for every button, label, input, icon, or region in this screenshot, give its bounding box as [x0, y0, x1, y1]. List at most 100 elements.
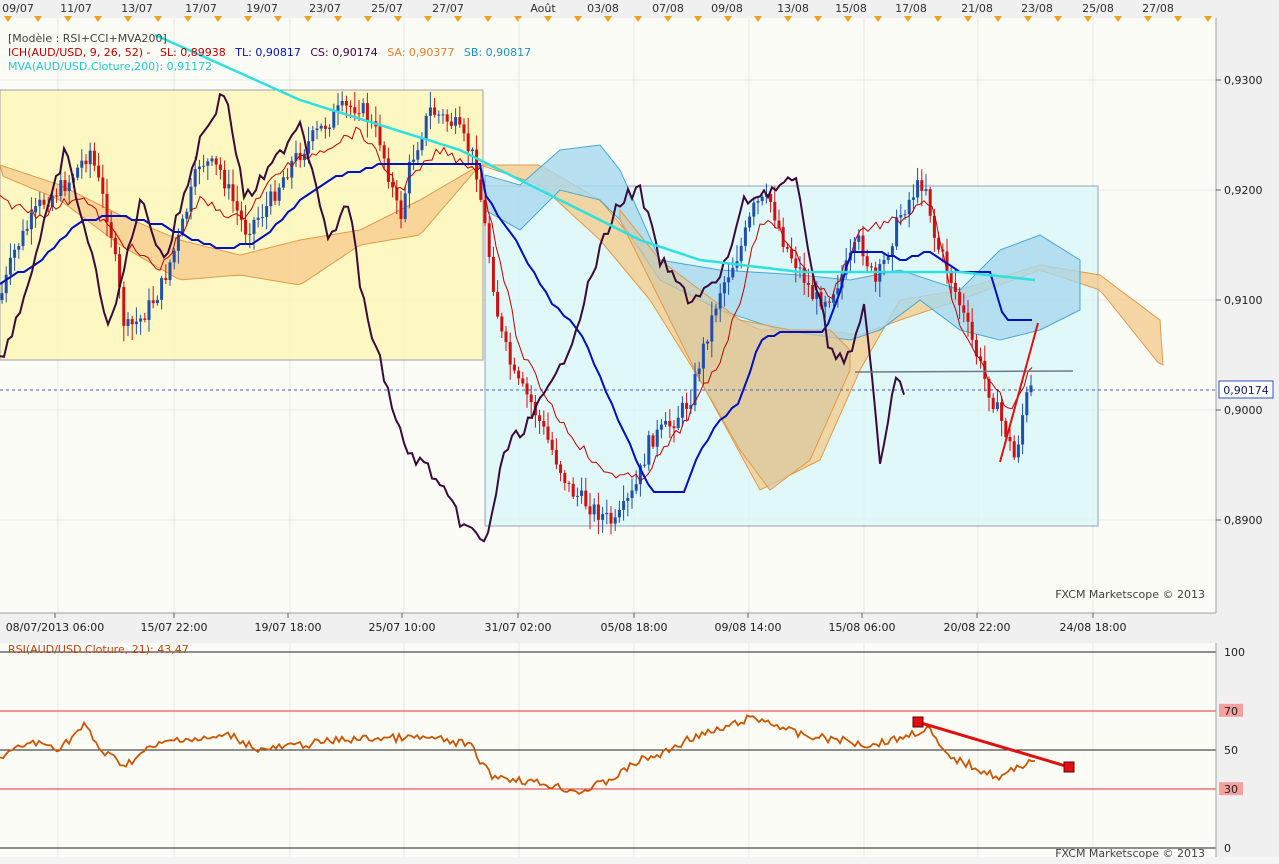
candle-body [462, 124, 466, 134]
candle-body [672, 426, 676, 429]
horizontal-trendline[interactable] [854, 370, 1074, 373]
candle-body [273, 191, 277, 201]
candle-body [592, 504, 596, 515]
candle-body [63, 180, 67, 192]
candle-body [92, 150, 96, 166]
candle-body [731, 267, 735, 278]
candle-body [525, 383, 529, 395]
candle-body [197, 166, 201, 170]
candle-body [256, 217, 260, 220]
candle-body [701, 343, 705, 369]
candle-body [630, 490, 634, 499]
candle-body [319, 125, 323, 129]
candle-body [538, 415, 542, 421]
candle-body [281, 177, 285, 188]
candle-body [248, 234, 252, 236]
candle-body [332, 111, 336, 128]
top-date-label: 27/08 [1142, 2, 1174, 15]
candle-body [59, 180, 63, 197]
candle-body [903, 214, 907, 216]
candle-body [504, 331, 508, 343]
rsi-tick-label: 100 [1224, 646, 1245, 659]
candle-body [857, 235, 861, 242]
candle-body [357, 113, 361, 115]
candle-body [365, 103, 369, 122]
candle-body [580, 490, 584, 496]
candle-body [773, 201, 777, 221]
current-price-label: 0,90174 [1223, 384, 1269, 397]
candle-body [151, 300, 155, 304]
candle-body [563, 472, 567, 483]
candle-body [697, 368, 701, 375]
candle-body [554, 449, 558, 465]
top-date-label: 27/07 [432, 2, 464, 15]
candle-body [265, 206, 269, 218]
candle-body [601, 514, 605, 520]
candle-body [260, 217, 264, 219]
candle-body [155, 299, 159, 304]
candle-body [500, 316, 504, 332]
candle-body [139, 318, 143, 322]
candle-body [924, 189, 928, 191]
rsi-divergence-end[interactable] [1063, 761, 1075, 773]
candle-body [496, 291, 500, 317]
candle-body [420, 138, 424, 151]
candle-body [449, 121, 453, 126]
candle-body [626, 498, 630, 502]
candle-body [323, 125, 327, 129]
candle-body [227, 184, 231, 189]
candle-body [25, 229, 29, 231]
top-date-label: Août [530, 2, 556, 15]
top-date-label: 15/08 [835, 2, 867, 15]
rsi-legend: RSI(AUD/USD.Cloture, 21): 43,47 [8, 643, 189, 656]
candle-body [193, 169, 197, 187]
candle-body [664, 420, 668, 425]
date-tick-label: 09/08 14:00 [715, 621, 782, 634]
date-tick-label: 15/07 22:00 [141, 621, 208, 634]
candle-body [953, 282, 957, 292]
candle-body [596, 504, 600, 520]
candle-body [113, 237, 117, 255]
candle-body [88, 150, 92, 165]
candle-body [122, 287, 126, 326]
candle-body [785, 246, 789, 249]
candle-body [160, 278, 164, 300]
candle-body [311, 130, 315, 142]
candle-body [643, 464, 647, 466]
top-date-label: 17/07 [185, 2, 217, 15]
candle-body [391, 181, 395, 188]
candle-body [605, 512, 609, 515]
candle-body [382, 145, 386, 159]
candle-body [80, 160, 84, 168]
candle-body [1021, 415, 1025, 445]
candle-body [21, 230, 25, 246]
candle-body [546, 426, 550, 440]
candle-body [454, 117, 458, 126]
candle-body [428, 107, 432, 116]
candle-body [991, 397, 995, 410]
candle-body [29, 212, 33, 230]
candle-body [521, 378, 525, 384]
candle-body [437, 114, 441, 116]
candle-body [710, 315, 714, 342]
candle-body [231, 184, 235, 202]
chart-svg: 09/07 11/07 13/07 17/07 19/07 23/07 25/07 27/07… [0, 0, 1279, 860]
candle-body [344, 100, 348, 106]
candle-body [659, 424, 663, 430]
candle-body [869, 266, 873, 268]
candle-body [622, 501, 626, 510]
candle-body [567, 482, 571, 484]
candle-body [97, 165, 101, 178]
candle-body [739, 245, 743, 262]
candle-body [17, 245, 21, 250]
candle-body [412, 159, 416, 162]
candle-body [550, 439, 554, 450]
candle-body [206, 161, 210, 166]
candle-body [651, 435, 655, 447]
date-tick-label: 20/08 22:00 [944, 621, 1011, 634]
candle-body [748, 216, 752, 228]
candle-body [760, 196, 764, 202]
candle-body [4, 274, 8, 294]
rsi-divergence-start[interactable] [912, 716, 924, 728]
watermark-rsi: FXCM Marketscope © 2013 [1055, 847, 1205, 860]
